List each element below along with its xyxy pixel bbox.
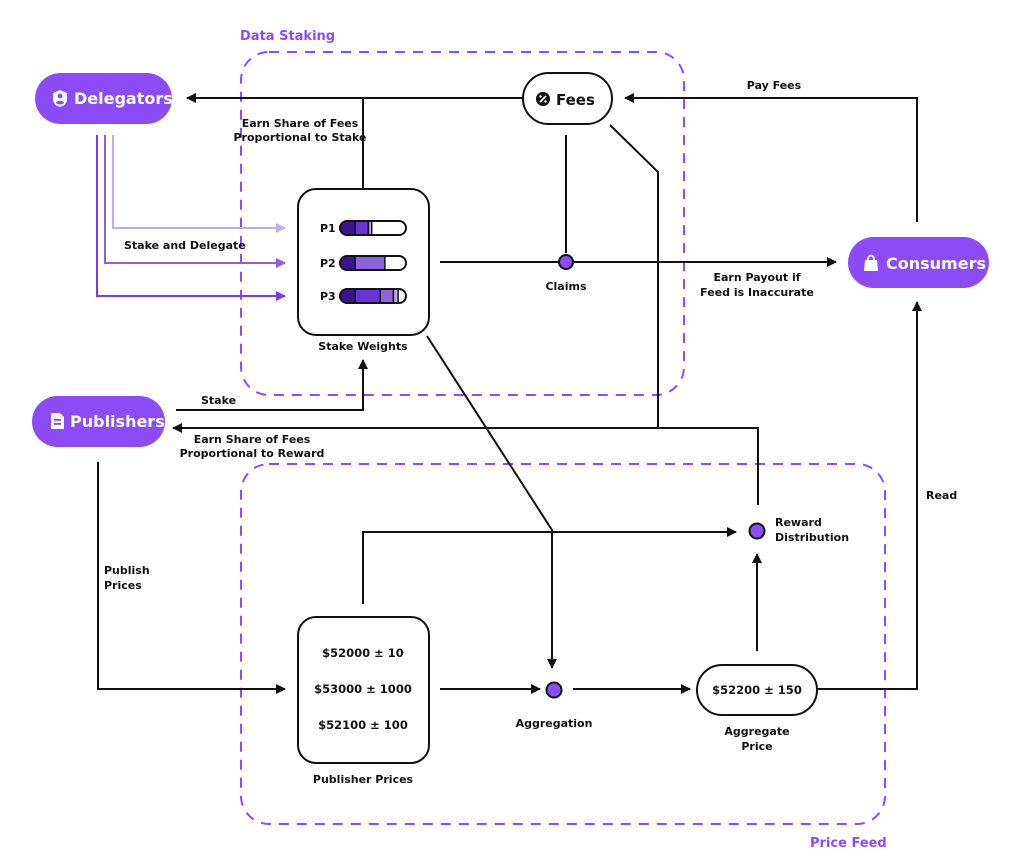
publisher-prices-label: Publisher Prices [313, 773, 414, 786]
stake-bar-label: P3 [320, 290, 336, 303]
edge-consumers-pay-fees [624, 93, 918, 222]
edge-delegate-p3 [96, 135, 286, 301]
aggregation-node[interactable] [545, 681, 563, 699]
stake-bar-segment [379, 289, 395, 303]
stake-bar-segment [354, 256, 386, 270]
consumers-node[interactable]: Consumers [848, 237, 989, 288]
label-earn-stake-1: Earn Share of Fees [242, 117, 359, 130]
delegators-label: Delegators [74, 89, 173, 108]
reward-distribution-label-2: Distribution [775, 531, 849, 544]
stake-bar-segment [354, 221, 370, 235]
publisher-prices-node[interactable]: $52000 ± 10 $53000 ± 1000 $52100 ± 100 [297, 616, 430, 764]
staking-diagram: Data Staking Price Feed Earn Share of Fe… [32, 29, 989, 851]
label-earn-reward-2: Proportional to Reward [180, 447, 325, 460]
label-stake-and-delegate: Stake and Delegate [124, 239, 246, 252]
stake-bars: P1 P2 P3 [320, 220, 407, 304]
delegators-node[interactable]: Delegators [35, 73, 173, 124]
label-read: Read [926, 489, 957, 502]
consumers-label: Consumers [886, 254, 986, 273]
document-icon [51, 413, 64, 429]
edge-prices-to-reward [362, 527, 737, 604]
fees-node[interactable]: Fees [522, 72, 613, 125]
publisher-price-2: $53000 ± 1000 [314, 682, 412, 696]
claims-label: Claims [545, 280, 586, 293]
aggregate-price-label-2: Price [741, 740, 772, 753]
publisher-price-1: $52000 ± 10 [322, 646, 404, 660]
edge-stakeweights-to-aggregation [426, 335, 557, 669]
aggregate-price-node[interactable]: $52200 ± 150 [696, 664, 818, 716]
label-payout-2: Feed is Inaccurate [700, 286, 814, 299]
claims-node[interactable] [558, 254, 574, 270]
label-stake: Stake [201, 394, 236, 407]
label-payout-1: Earn Payout if [713, 271, 800, 284]
delegate-edges [96, 135, 286, 301]
stake-weights-label: Stake Weights [318, 340, 408, 353]
label-pay-fees: Pay Fees [747, 79, 802, 92]
fees-label: Fees [556, 91, 595, 109]
label-publish-1: Publish [104, 564, 150, 577]
publisher-price-3: $52100 ± 100 [318, 718, 408, 732]
aggregation-label: Aggregation [516, 717, 593, 730]
stake-bar-segment [354, 289, 382, 303]
price-feed-title: Price Feed [810, 836, 887, 851]
stake-bar-label: P1 [320, 222, 336, 235]
label-publish-2: Prices [104, 579, 142, 592]
reward-distribution-node[interactable] [748, 522, 766, 540]
data-staking-title: Data Staking [240, 29, 335, 44]
publishers-label: Publishers [70, 412, 165, 431]
stake-bar-segment [367, 221, 373, 235]
label-earn-reward-1: Earn Share of Fees [194, 433, 311, 446]
stake-weights-node[interactable]: P1 P2 P3 [297, 188, 430, 336]
label-earn-stake-2: Proportional to Stake [233, 131, 366, 144]
percent-badge-icon [536, 92, 550, 106]
publishers-node[interactable]: Publishers [32, 396, 165, 447]
stake-bar-label: P2 [320, 257, 336, 270]
reward-distribution-label-1: Reward [775, 516, 822, 529]
aggregate-price-label-1: Aggregate [724, 725, 789, 738]
edge-read [817, 301, 922, 690]
edge-delegate-p1 [112, 135, 286, 233]
aggregate-price-value: $52200 ± 150 [712, 683, 802, 697]
stake-bar-segment [392, 289, 399, 303]
edge-fees-to-publisher-reward [609, 124, 659, 428]
